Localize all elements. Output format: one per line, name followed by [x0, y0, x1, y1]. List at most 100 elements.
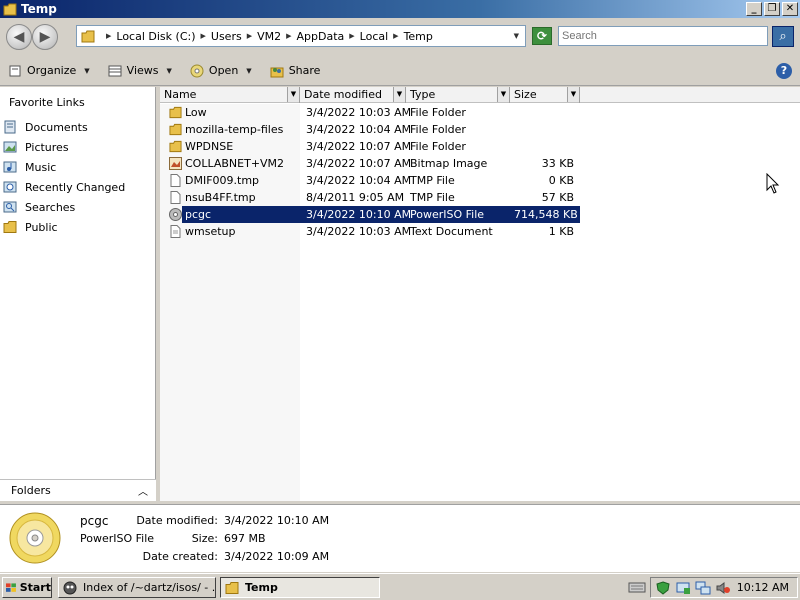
- column-header-label: Size: [514, 88, 537, 101]
- close-button[interactable]: ✕: [782, 2, 798, 16]
- clock[interactable]: 10:12 AM: [737, 581, 789, 594]
- forward-button[interactable]: ▶: [32, 24, 58, 50]
- chevron-down-icon[interactable]: ▼: [497, 87, 509, 102]
- breadcrumb-local[interactable]: Local: [360, 30, 389, 43]
- help-icon[interactable]: ?: [776, 63, 792, 79]
- file-date: 3/4/2022 10:03 AM: [306, 225, 412, 238]
- disc-image-icon: [169, 208, 182, 221]
- nav-item-music[interactable]: Music: [3, 157, 125, 177]
- file-name: DMIF009.tmp: [185, 174, 260, 187]
- details-size: 697 MB: [224, 532, 266, 545]
- network-connection-icon[interactable]: [695, 581, 711, 595]
- keyboard-icon[interactable]: [628, 580, 646, 594]
- file-type: PowerISO File: [410, 208, 485, 221]
- breadcrumb-arrow-icon[interactable]: ▶: [286, 32, 291, 40]
- folder-icon: [169, 106, 182, 119]
- music-icon: [3, 161, 17, 173]
- chevron-down-icon[interactable]: ▼: [567, 87, 579, 102]
- taskbar-item-label: Temp: [245, 581, 278, 594]
- breadcrumb-arrow-icon[interactable]: ▶: [106, 32, 111, 40]
- file-row[interactable]: WPDNSE 3/4/2022 10:07 AM File Folder: [160, 138, 580, 155]
- file-row[interactable]: mozilla-temp-files 3/4/2022 10:04 AM Fil…: [160, 121, 580, 138]
- nav-item-public[interactable]: Public: [3, 217, 125, 237]
- file-name: COLLABNET+VM2: [185, 157, 285, 170]
- file-type: File Folder: [410, 106, 466, 119]
- network-status-icon[interactable]: [675, 581, 691, 595]
- address-dropdown-icon[interactable]: ▼: [514, 32, 519, 40]
- address-box[interactable]: ▶ Local Disk (C:) ▶ Users ▶ VM2 ▶ AppDat…: [76, 25, 526, 47]
- file-row[interactable]: DMIF009.tmp 3/4/2022 10:04 AM TMP File 0…: [160, 172, 580, 189]
- taskbar: Start Index of /~dartz/isos/ - ... Temp …: [0, 573, 800, 600]
- column-header-type[interactable]: Type ▼: [406, 87, 510, 103]
- file-name: WPDNSE: [185, 140, 234, 153]
- folder-icon: [3, 3, 17, 15]
- maximize-button[interactable]: ❐: [764, 2, 780, 16]
- file-type: Bitmap Image: [410, 157, 488, 170]
- organize-button[interactable]: Organize ▼: [8, 64, 90, 78]
- breadcrumb-temp[interactable]: Temp: [404, 30, 433, 43]
- file-type: TMP File: [410, 174, 455, 187]
- back-button[interactable]: ◀: [6, 24, 32, 50]
- refresh-button[interactable]: ⟳: [532, 27, 552, 45]
- text-document-icon: [170, 225, 181, 238]
- column-header-date-modified[interactable]: Date modified ▼: [300, 87, 406, 103]
- file-type: Text Document: [410, 225, 493, 238]
- security-shield-icon[interactable]: [655, 580, 671, 595]
- file-name: nsuB4FF.tmp: [185, 191, 256, 204]
- breadcrumb-arrow-icon[interactable]: ▶: [201, 32, 206, 40]
- organize-icon: [9, 65, 21, 76]
- file-row[interactable]: Low 3/4/2022 10:03 AM File Folder: [160, 104, 580, 121]
- chevron-down-icon[interactable]: ▼: [393, 87, 405, 102]
- breadcrumb-appdata[interactable]: AppData: [297, 30, 345, 43]
- taskbar-item-temp[interactable]: Temp: [220, 577, 380, 598]
- start-button[interactable]: Start: [2, 577, 52, 598]
- title-bar: Temp _ ❐ ✕: [0, 0, 800, 18]
- refresh-icon: ⟳: [536, 29, 548, 43]
- file-list: Name ▼ Date modified ▼ Type ▼ Size ▼ Low…: [160, 87, 800, 501]
- file-name: pcgc: [185, 208, 212, 221]
- file-row[interactable]: nsuB4FF.tmp 8/4/2011 9:05 AM TMP File 57…: [160, 189, 580, 206]
- column-header-label: Date modified: [304, 88, 382, 101]
- nav-item-label: Recently Changed: [25, 180, 126, 194]
- chevron-down-icon[interactable]: ▼: [287, 87, 299, 102]
- breadcrumb-arrow-icon[interactable]: ▶: [393, 32, 398, 40]
- file-date: 3/4/2022 10:04 AM: [306, 174, 412, 187]
- column-header-label: Name: [164, 88, 197, 101]
- file-row[interactable]: COLLABNET+VM2 3/4/2022 10:07 AM Bitmap I…: [160, 155, 580, 172]
- volume-muted-icon[interactable]: [715, 581, 731, 595]
- nav-item-label: Public: [25, 220, 58, 234]
- file-type: File Folder: [410, 123, 466, 136]
- searches-icon: [3, 201, 17, 213]
- folder-icon: [169, 123, 182, 136]
- mouse-cursor-icon: [766, 173, 780, 194]
- views-button[interactable]: Views ▼: [108, 64, 172, 78]
- breadcrumb-arrow-icon[interactable]: ▶: [349, 32, 354, 40]
- breadcrumb-vm2[interactable]: VM2: [257, 30, 281, 43]
- breadcrumb-local-disk[interactable]: Local Disk (C:): [116, 30, 195, 43]
- file-row-selected[interactable]: pcgc 3/4/2022 10:10 AM PowerISO File 714…: [160, 206, 580, 223]
- folders-label: Folders: [11, 484, 51, 497]
- nav-item-recently-changed[interactable]: Recently Changed: [3, 177, 125, 197]
- taskbar-item-browser[interactable]: Index of /~dartz/isos/ - ...: [58, 577, 216, 598]
- nav-item-documents[interactable]: Documents: [3, 117, 125, 137]
- nav-item-label: Music: [25, 160, 57, 174]
- folders-toggle[interactable]: Folders ︿: [0, 479, 156, 501]
- breadcrumb-users[interactable]: Users: [211, 30, 242, 43]
- file-size: [514, 138, 574, 155]
- column-header-label: Type: [410, 88, 436, 101]
- chevron-up-icon: ︿: [138, 487, 148, 498]
- file-row[interactable]: wmsetup 3/4/2022 10:03 AM Text Document …: [160, 223, 580, 240]
- search-input[interactable]: [558, 26, 768, 46]
- file-date: 3/4/2022 10:10 AM: [306, 208, 412, 221]
- column-header-size[interactable]: Size ▼: [510, 87, 580, 103]
- share-button[interactable]: Share: [270, 64, 320, 78]
- breadcrumb-arrow-icon[interactable]: ▶: [247, 32, 252, 40]
- minimize-button[interactable]: _: [746, 2, 762, 16]
- nav-item-pictures[interactable]: Pictures: [3, 137, 125, 157]
- open-button[interactable]: Open ▼: [190, 64, 252, 78]
- favorite-links-list: Documents Pictures Music Recently Change…: [3, 117, 125, 237]
- nav-item-searches[interactable]: Searches: [3, 197, 125, 217]
- column-header-name[interactable]: Name ▼: [160, 87, 300, 103]
- search-button[interactable]: ⌕: [772, 26, 794, 47]
- file-name: Low: [185, 106, 207, 119]
